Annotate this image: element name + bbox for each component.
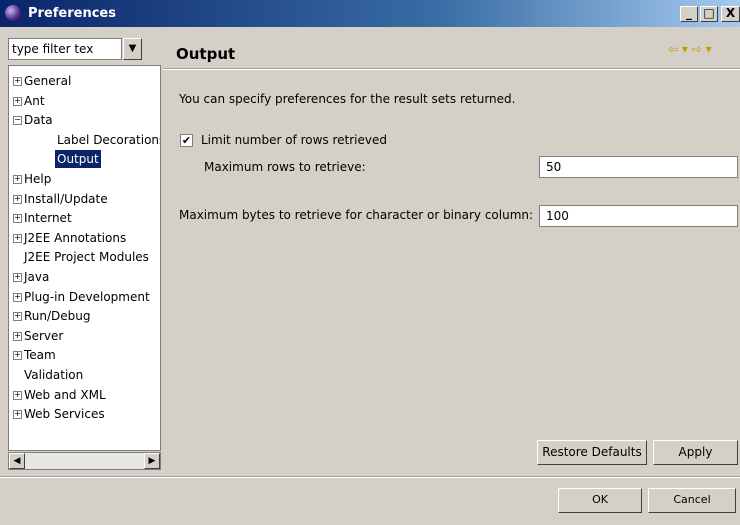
tree-item-help[interactable]: + Help bbox=[9, 170, 159, 188]
scroll-left-icon[interactable]: ◀ bbox=[9, 453, 25, 469]
scroll-right-icon[interactable]: ▶ bbox=[144, 453, 160, 469]
page-title: Output bbox=[176, 45, 236, 63]
tree-item-label: Plug-in Development bbox=[24, 290, 150, 304]
tree-item-plugin-development[interactable]: + Plug-in Development bbox=[9, 288, 159, 306]
cancel-button[interactable]: Cancel bbox=[648, 488, 736, 513]
expand-icon[interactable]: + bbox=[13, 351, 22, 360]
expand-icon[interactable]: + bbox=[13, 77, 22, 86]
chevron-down-icon[interactable]: ▼ bbox=[123, 38, 142, 60]
tree-item-j2ee-project-modules[interactable]: J2EE Project Modules bbox=[9, 248, 159, 266]
max-rows-label: Maximum rows to retrieve: bbox=[204, 160, 366, 174]
tree-item-java[interactable]: + Java bbox=[9, 268, 159, 286]
tree-item-label: Web and XML bbox=[24, 388, 106, 402]
tree-item-label: Run/Debug bbox=[24, 309, 91, 323]
tree-item-label-decorations[interactable]: Label Decorations bbox=[9, 131, 161, 149]
max-rows-input[interactable]: 50 bbox=[539, 156, 738, 178]
tree-item-j2ee-annotations[interactable]: + J2EE Annotations bbox=[9, 229, 159, 247]
apply-button[interactable]: Apply bbox=[653, 440, 738, 465]
tree-item-label: J2EE Annotations bbox=[24, 231, 127, 245]
expand-icon[interactable]: + bbox=[13, 293, 22, 302]
expand-icon[interactable]: + bbox=[13, 332, 22, 341]
page-description: You can specify preferences for the resu… bbox=[179, 92, 516, 106]
expand-icon[interactable]: + bbox=[13, 97, 22, 106]
bottom-divider bbox=[0, 476, 740, 478]
expand-icon[interactable]: + bbox=[13, 214, 22, 223]
tree-item-install-update[interactable]: + Install/Update bbox=[9, 190, 159, 208]
tree-item-internet[interactable]: + Internet bbox=[9, 209, 159, 227]
eclipse-logo-icon bbox=[5, 5, 21, 21]
maximize-button[interactable]: □ bbox=[700, 6, 718, 22]
tree-item-label: Server bbox=[24, 329, 64, 343]
title-divider bbox=[163, 68, 740, 70]
limit-rows-label[interactable]: Limit number of rows retrieved bbox=[201, 133, 387, 147]
tree-item-team[interactable]: + Team bbox=[9, 346, 159, 364]
expand-icon[interactable]: + bbox=[13, 175, 22, 184]
tree-item-label: General bbox=[24, 74, 72, 88]
tree-item-label: Label Decorations bbox=[57, 133, 161, 147]
tree-item-general[interactable]: + General bbox=[9, 72, 159, 90]
tree-item-label: J2EE Project Modules bbox=[24, 250, 149, 264]
max-bytes-input[interactable]: 100 bbox=[539, 205, 738, 227]
max-bytes-label: Maximum bytes to retrieve for character … bbox=[179, 208, 534, 222]
expand-icon[interactable]: + bbox=[13, 312, 22, 321]
tree-item-validation[interactable]: Validation bbox=[9, 366, 159, 384]
tree-item-label: Java bbox=[24, 270, 50, 284]
expand-icon[interactable]: + bbox=[13, 391, 22, 400]
tree-item-web-services[interactable]: + Web Services bbox=[9, 405, 159, 423]
collapse-icon[interactable]: − bbox=[13, 116, 22, 125]
tree-item-run-debug[interactable]: + Run/Debug bbox=[9, 307, 159, 325]
tree-item-ant[interactable]: + Ant bbox=[9, 92, 159, 110]
tree-item-label: Help bbox=[24, 172, 52, 186]
preferences-tree[interactable]: + General + Ant − Data Label Decorations… bbox=[8, 65, 161, 451]
tree-item-label: Validation bbox=[24, 368, 84, 382]
tree-item-label: Data bbox=[24, 113, 53, 127]
tree-item-web-and-xml[interactable]: + Web and XML bbox=[9, 386, 159, 404]
tree-horizontal-scrollbar[interactable]: ◀ ▶ bbox=[8, 452, 161, 470]
restore-defaults-button[interactable]: Restore Defaults bbox=[537, 440, 647, 465]
filter-input[interactable]: type filter tex bbox=[8, 38, 122, 60]
ok-button[interactable]: OK bbox=[558, 488, 642, 513]
tree-item-output[interactable]: Output bbox=[9, 150, 159, 168]
tree-item-label: Install/Update bbox=[24, 192, 108, 206]
close-button[interactable]: X bbox=[721, 6, 740, 22]
expand-icon[interactable]: + bbox=[13, 195, 22, 204]
tree-item-label: Ant bbox=[24, 94, 45, 108]
tree-item-server[interactable]: + Server bbox=[9, 327, 159, 345]
expand-icon[interactable]: + bbox=[13, 410, 22, 419]
window-title: Preferences bbox=[28, 6, 116, 21]
limit-rows-checkbox[interactable]: ✔ bbox=[180, 134, 193, 147]
tree-item-label: Team bbox=[24, 348, 56, 362]
tree-item-data[interactable]: − Data bbox=[9, 111, 159, 129]
tree-item-label: Web Services bbox=[24, 407, 105, 421]
tree-item-label: Output bbox=[55, 150, 101, 168]
tree-item-label: Internet bbox=[24, 211, 72, 225]
back-forward-nav-icon[interactable]: ⇦ ▾ ⇨ ▾ bbox=[668, 42, 712, 56]
minimize-button[interactable]: _ bbox=[680, 6, 698, 22]
expand-icon[interactable]: + bbox=[13, 273, 22, 282]
expand-icon[interactable]: + bbox=[13, 234, 22, 243]
